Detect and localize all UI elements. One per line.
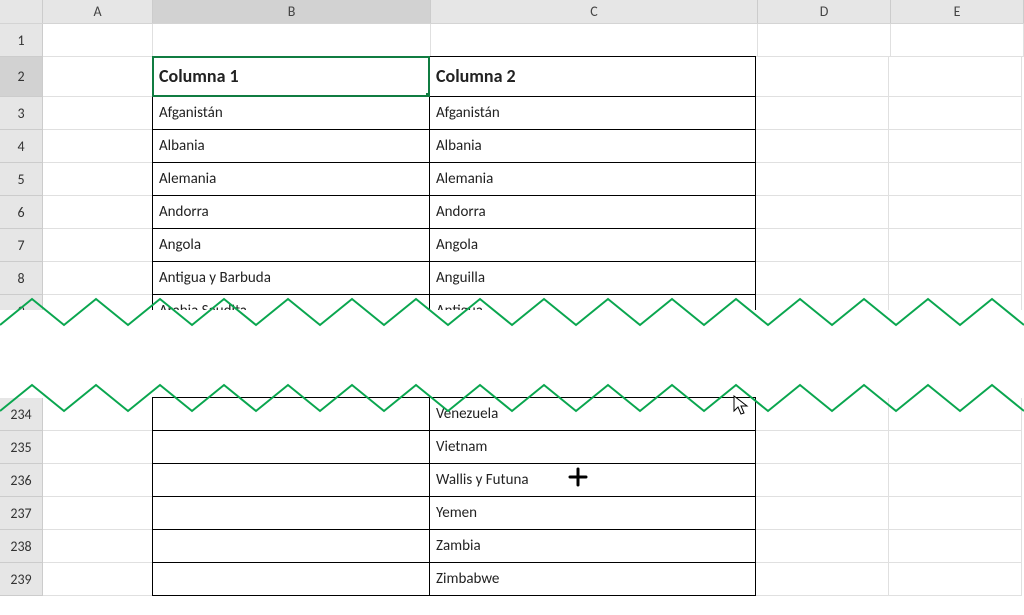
cell[interactable] bbox=[889, 196, 1022, 229]
cell[interactable] bbox=[889, 563, 1022, 596]
table-cell[interactable] bbox=[152, 463, 430, 497]
col-header-a[interactable]: A bbox=[43, 0, 153, 23]
cell[interactable] bbox=[756, 196, 889, 229]
table-cell[interactable]: Andorra bbox=[152, 195, 430, 229]
table-cell[interactable]: Afganistán bbox=[429, 96, 756, 130]
cell[interactable] bbox=[889, 431, 1022, 464]
table-cell[interactable]: Angola bbox=[429, 228, 756, 262]
table-cell[interactable] bbox=[152, 397, 430, 431]
cell[interactable] bbox=[756, 497, 889, 530]
col-header-d[interactable]: D bbox=[758, 0, 891, 23]
cell[interactable] bbox=[43, 163, 153, 196]
row-header[interactable]: 1 bbox=[0, 24, 43, 57]
cell[interactable] bbox=[889, 229, 1022, 262]
cell[interactable] bbox=[43, 24, 153, 57]
cell[interactable] bbox=[43, 431, 153, 464]
arrow-cursor-icon bbox=[733, 395, 751, 422]
cell[interactable] bbox=[43, 130, 153, 163]
cell[interactable] bbox=[43, 57, 153, 97]
cell[interactable] bbox=[756, 57, 889, 97]
header-label-col2: Columna 2 bbox=[436, 65, 516, 87]
cell[interactable] bbox=[756, 130, 889, 163]
row-header[interactable]: 4 bbox=[0, 130, 43, 163]
cell[interactable] bbox=[43, 97, 153, 130]
row-header[interactable]: 8 bbox=[0, 262, 43, 295]
cell[interactable] bbox=[43, 464, 153, 497]
table-cell[interactable]: Alemania bbox=[152, 162, 430, 196]
table-cell[interactable]: Yemen bbox=[429, 496, 756, 530]
cell[interactable] bbox=[756, 163, 889, 196]
cell[interactable] bbox=[891, 24, 1024, 57]
cell[interactable] bbox=[43, 563, 153, 596]
table-cell[interactable]: Albania bbox=[152, 129, 430, 163]
table-cell[interactable]: Zambia bbox=[429, 529, 756, 563]
cell[interactable] bbox=[758, 24, 891, 57]
cell-b2-selected[interactable]: Columna 1 bbox=[152, 56, 430, 97]
row-header[interactable]: 238 bbox=[0, 530, 43, 563]
cell[interactable] bbox=[43, 196, 153, 229]
column-header-bar: A B C D E bbox=[0, 0, 1024, 24]
table-cell[interactable]: Venezuela bbox=[429, 397, 756, 431]
cell[interactable] bbox=[756, 431, 889, 464]
table-cell[interactable] bbox=[152, 562, 430, 596]
select-all-corner[interactable] bbox=[0, 0, 43, 23]
cell[interactable] bbox=[43, 530, 153, 563]
cell[interactable] bbox=[43, 229, 153, 262]
row-header[interactable]: 236 bbox=[0, 464, 43, 497]
table-cell[interactable] bbox=[152, 529, 430, 563]
table-cell[interactable]: Anguilla bbox=[429, 261, 756, 295]
table-cell[interactable]: Zimbabwe bbox=[429, 562, 756, 596]
cell[interactable] bbox=[889, 464, 1022, 497]
table-cell[interactable]: Afganistán bbox=[152, 96, 430, 130]
row-header[interactable]: 7 bbox=[0, 229, 43, 262]
cell[interactable] bbox=[889, 530, 1022, 563]
cell[interactable] bbox=[756, 398, 889, 431]
row-header[interactable]: 3 bbox=[0, 97, 43, 130]
col-header-e[interactable]: E bbox=[891, 0, 1024, 23]
cell[interactable] bbox=[756, 563, 889, 596]
table-cell[interactable]: Vietnam bbox=[429, 430, 756, 464]
row-header[interactable]: 239 bbox=[0, 563, 43, 596]
cell[interactable] bbox=[889, 497, 1022, 530]
table-cell[interactable]: Antigua y Barbuda bbox=[152, 261, 430, 295]
fill-handle[interactable] bbox=[426, 93, 430, 97]
cell[interactable] bbox=[43, 398, 153, 431]
cell[interactable] bbox=[153, 24, 431, 57]
table-cell[interactable]: Albania bbox=[429, 129, 756, 163]
col-header-c[interactable]: C bbox=[431, 0, 758, 23]
table-cell[interactable]: Wallis y Futuna bbox=[429, 463, 756, 497]
excel-plus-cursor-icon bbox=[568, 467, 588, 487]
table-cell[interactable]: Alemania bbox=[429, 162, 756, 196]
cell[interactable] bbox=[889, 262, 1022, 295]
cell[interactable] bbox=[756, 464, 889, 497]
table-cell[interactable] bbox=[152, 430, 430, 464]
cell[interactable] bbox=[756, 97, 889, 130]
table-cell[interactable]: Andorra bbox=[429, 195, 756, 229]
row-header[interactable]: 6 bbox=[0, 196, 43, 229]
row-header[interactable]: 5 bbox=[0, 163, 43, 196]
header-label-col1: Columna 1 bbox=[159, 65, 239, 87]
cell[interactable] bbox=[889, 130, 1022, 163]
row-header[interactable]: 234 bbox=[0, 398, 43, 431]
cell[interactable] bbox=[756, 262, 889, 295]
col-header-b[interactable]: B bbox=[153, 0, 431, 23]
table-cell[interactable]: Angola bbox=[152, 228, 430, 262]
cell[interactable] bbox=[889, 163, 1022, 196]
cell[interactable] bbox=[43, 262, 153, 295]
grid-top: 1 2 Columna 1 Columna 2 3 Afganistán Afg… bbox=[0, 24, 1024, 328]
cell[interactable] bbox=[889, 97, 1022, 130]
row-header[interactable]: 235 bbox=[0, 431, 43, 464]
cell[interactable] bbox=[431, 24, 758, 57]
section-gap bbox=[0, 310, 1024, 385]
row-header[interactable]: 237 bbox=[0, 497, 43, 530]
grid-bottom: 234 Venezuela 235 Vietnam 236 Wallis y F… bbox=[0, 398, 1022, 596]
cell[interactable] bbox=[756, 229, 889, 262]
cell[interactable] bbox=[889, 398, 1022, 431]
cell[interactable] bbox=[756, 530, 889, 563]
cell[interactable] bbox=[889, 57, 1022, 97]
table-cell[interactable] bbox=[152, 496, 430, 530]
row-header[interactable]: 2 bbox=[0, 57, 43, 97]
cell-c2[interactable]: Columna 2 bbox=[429, 56, 756, 97]
cell[interactable] bbox=[43, 497, 153, 530]
